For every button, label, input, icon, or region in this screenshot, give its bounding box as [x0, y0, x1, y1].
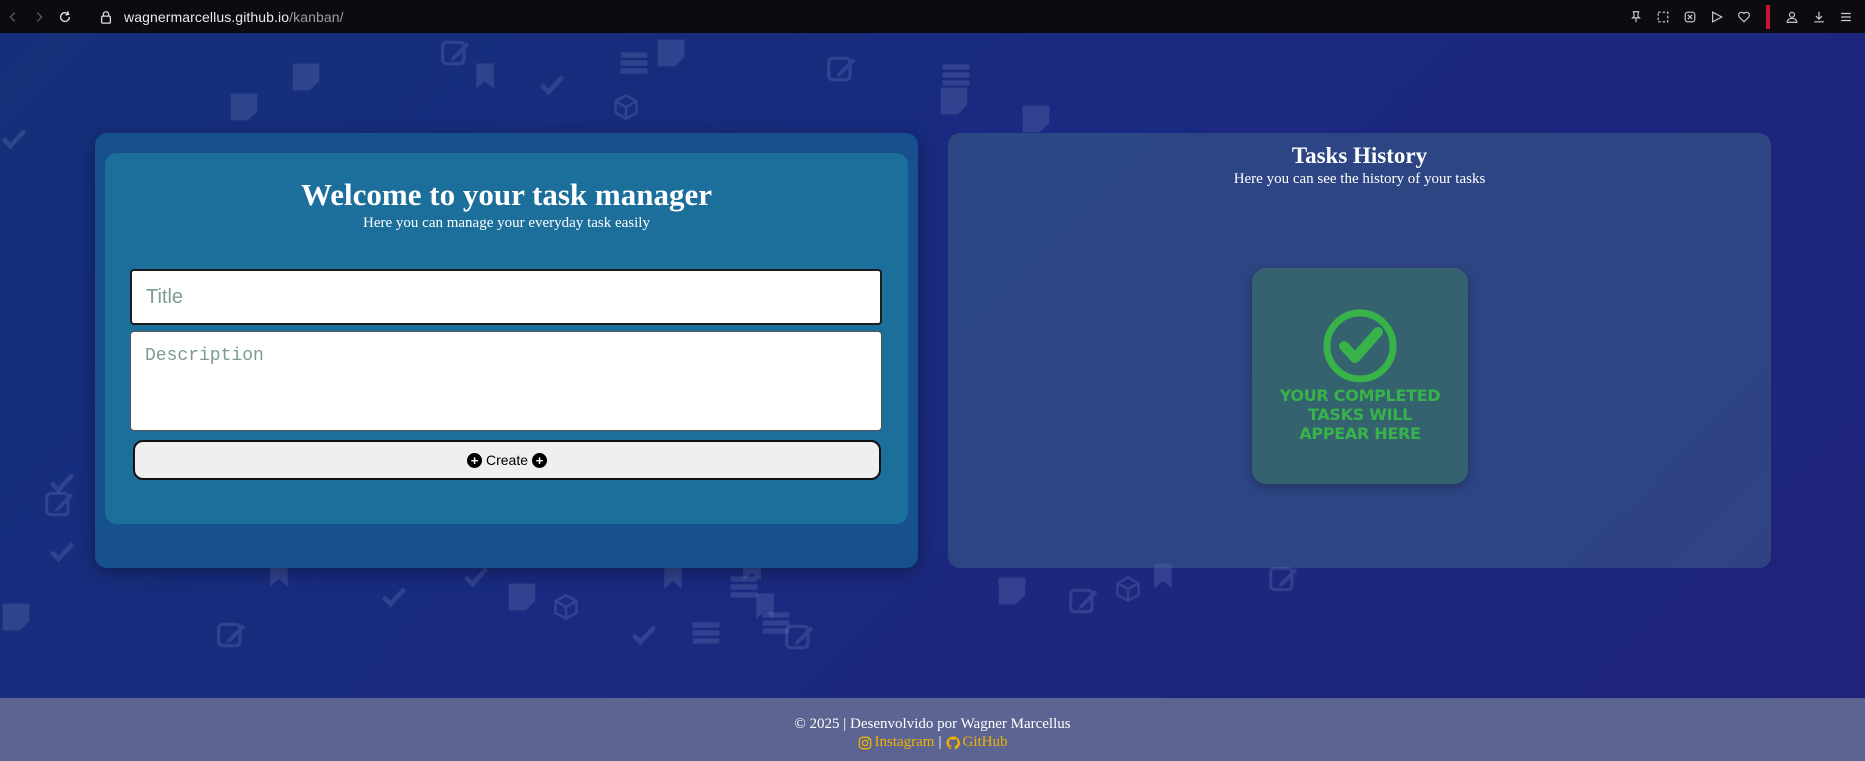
- instagram-link[interactable]: Instagram: [858, 734, 935, 751]
- forward-arrow-icon[interactable]: [28, 6, 50, 28]
- lock-icon: [98, 9, 114, 25]
- create-button-label: Create: [485, 452, 529, 468]
- shield-icon[interactable]: [1679, 6, 1701, 28]
- nav-buttons: [2, 6, 76, 28]
- box-doodle-icon: [552, 593, 580, 626]
- note-doodle-icon: [228, 91, 260, 128]
- instagram-label: Instagram: [874, 734, 935, 750]
- note-doodle-icon: [996, 575, 1028, 612]
- list-doodle-icon: [760, 607, 792, 644]
- profile-icon[interactable]: [1781, 6, 1803, 28]
- note-doodle-icon: [938, 85, 970, 122]
- check-doodle-icon: [630, 621, 658, 654]
- check-doodle-icon: [538, 71, 566, 104]
- heart-icon[interactable]: [1733, 6, 1755, 28]
- tasks-history-panel: Tasks History Here you can see the histo…: [948, 133, 1771, 568]
- create-button[interactable]: + Create +: [133, 440, 881, 480]
- description-input[interactable]: [130, 331, 882, 431]
- bookmark-doodle-icon: [470, 61, 500, 96]
- note-doodle-icon: [655, 37, 687, 74]
- edit-doodle-icon: [216, 619, 248, 656]
- edit-doodle-icon: [826, 53, 858, 90]
- note-doodle-icon: [506, 581, 538, 618]
- footer-copyright: © 2025 | Desenvolvido por Wagner Marcell…: [794, 716, 1071, 732]
- send-icon[interactable]: [1706, 6, 1728, 28]
- edit-doodle-icon: [440, 37, 472, 74]
- check-circle-icon: [1322, 308, 1398, 384]
- plus-circle-icon: +: [532, 452, 548, 468]
- github-icon: [945, 735, 960, 749]
- title-input[interactable]: [130, 269, 882, 325]
- back-arrow-icon[interactable]: [2, 6, 24, 28]
- empty-state-line-1: YOUR COMPLETED: [1279, 386, 1441, 405]
- separator-bar: [1766, 4, 1770, 29]
- empty-state-text: YOUR COMPLETED TASKS WILL APPEAR HERE: [1252, 386, 1468, 443]
- pin-icon[interactable]: [1625, 6, 1647, 28]
- screenshot-icon[interactable]: [1652, 6, 1674, 28]
- instagram-icon: [858, 736, 871, 749]
- download-icon[interactable]: [1808, 6, 1830, 28]
- page-subtitle: Here you can manage your everyday task e…: [363, 215, 650, 231]
- task-manager-panel: Welcome to your task manager Here you ca…: [95, 133, 918, 568]
- edit-doodle-icon: [1268, 563, 1300, 600]
- task-form-card: Welcome to your task manager Here you ca…: [105, 153, 908, 524]
- check-doodle-icon: [0, 125, 28, 158]
- reload-icon[interactable]: [54, 6, 76, 28]
- note-doodle-icon: [290, 61, 322, 98]
- page-footer: © 2025 | Desenvolvido por Wagner Marcell…: [0, 698, 1865, 761]
- footer-separator: |: [938, 734, 942, 750]
- box-doodle-icon: [612, 93, 640, 126]
- note-doodle-icon: [0, 601, 32, 638]
- list-doodle-icon: [618, 47, 650, 84]
- github-link[interactable]: GitHub: [945, 734, 1008, 751]
- url-path: /kanban/: [289, 8, 344, 25]
- list-doodle-icon: [690, 617, 722, 654]
- address-bar[interactable]: wagnermarcellus.github.io/kanban/: [124, 9, 344, 25]
- footer-links: Instagram | GitHub: [0, 734, 1865, 751]
- toolbar-right-icons: [1625, 0, 1857, 33]
- page-title: Welcome to your task manager: [301, 177, 712, 212]
- url-host: wagnermarcellus.github.io: [124, 8, 290, 25]
- history-subtitle: Here you can see the history of your tas…: [1233, 171, 1486, 187]
- menu-icon[interactable]: [1835, 6, 1857, 28]
- edit-doodle-icon: [1068, 585, 1100, 622]
- plus-circle-icon: +: [466, 452, 482, 468]
- check-doodle-icon: [48, 538, 76, 571]
- edit-doodle-icon: [44, 488, 76, 525]
- github-label: GitHub: [962, 734, 1008, 750]
- history-title: Tasks History: [1291, 143, 1428, 168]
- empty-state-line-2: TASKS WILL: [1307, 405, 1413, 424]
- browser-toolbar: wagnermarcellus.github.io/kanban/: [0, 0, 1865, 33]
- empty-state-card: YOUR COMPLETED TASKS WILL APPEAR HERE: [1252, 268, 1468, 484]
- check-doodle-icon: [380, 583, 408, 616]
- empty-state-line-3: APPEAR HERE: [1299, 424, 1421, 443]
- box-doodle-icon: [1114, 575, 1142, 608]
